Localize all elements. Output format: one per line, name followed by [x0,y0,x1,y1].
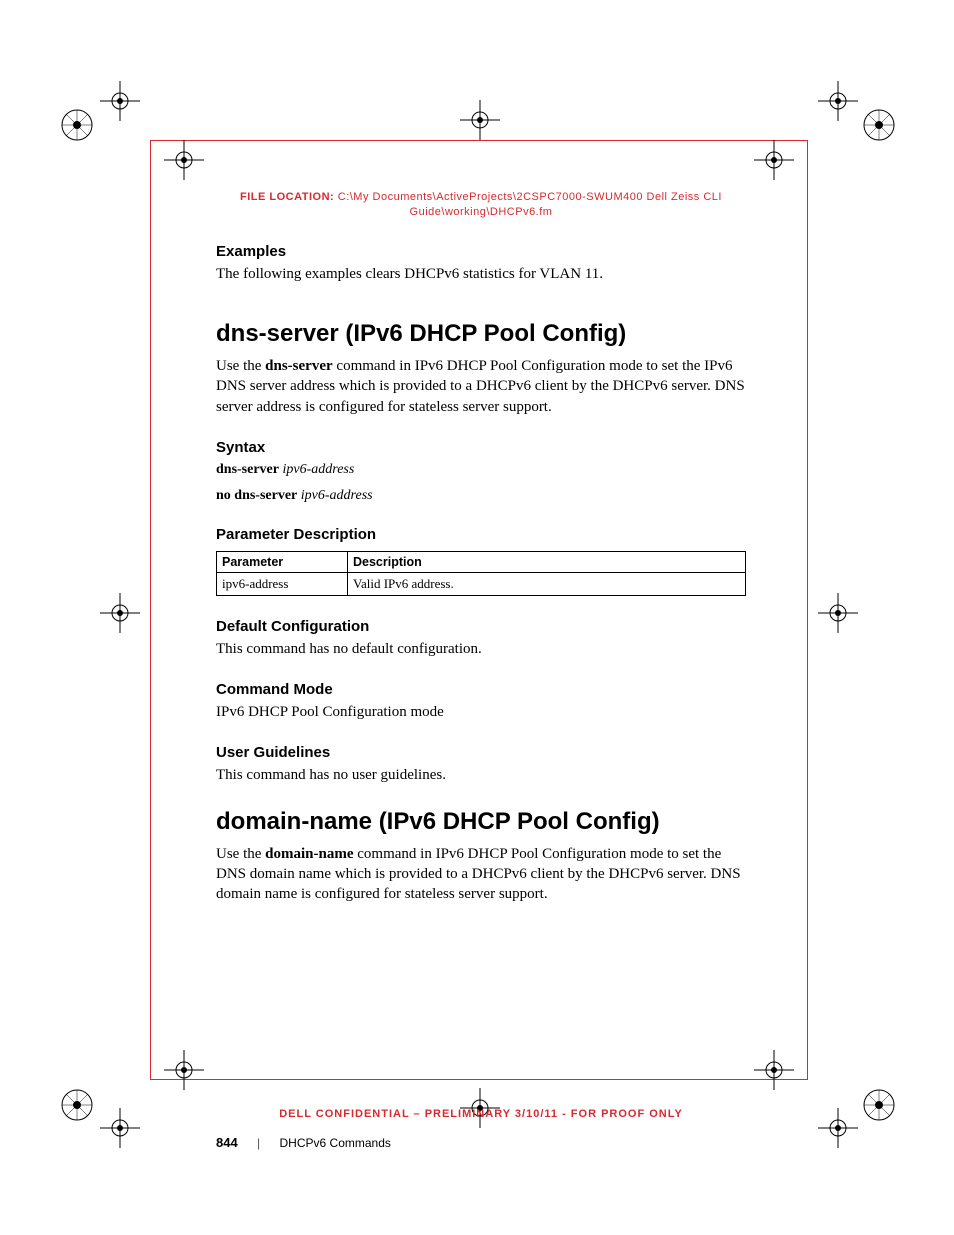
intro-bold: dns-server [265,358,333,374]
confidential-banner: DELL CONFIDENTIAL – PRELIMINARY 3/10/11 … [216,1108,746,1120]
crosshair-icon [460,100,500,140]
command-title-domain-name: domain-name (IPv6 DHCP Pool Config) [216,808,746,836]
page-footer: 844 | DHCPv6 Commands [216,1135,391,1150]
page-content: FILE LOCATION: C:\My Documents\ActivePro… [216,190,746,904]
file-location-path: C:\My Documents\ActiveProjects\2CSPC7000… [338,191,722,218]
crosshair-icon [100,593,140,633]
intro-bold-2: domain-name [265,846,353,862]
command-mode-heading: Command Mode [216,681,746,698]
examples-heading: Examples [216,243,746,260]
intro-pre-2: Use the [216,846,265,862]
footer-section: DHCPv6 Commands [280,1136,391,1150]
crosshair-icon [818,593,858,633]
crosshair-icon [818,81,858,121]
domain-name-intro: Use the domain-name command in IPv6 DHCP… [216,844,746,905]
dns-server-intro: Use the dns-server command in IPv6 DHCP … [216,356,746,417]
param-td-name: ipv6-address [217,572,348,595]
syntax1-arg: ipv6-address [283,462,355,477]
param-td-desc: Valid IPv6 address. [348,572,746,595]
parameter-table: Parameter Description ipv6-address Valid… [216,551,746,596]
param-th-description: Description [348,551,746,572]
crosshair-icon [100,1108,140,1148]
command-title-dns-server: dns-server (IPv6 DHCP Pool Config) [216,320,746,348]
syntax-line-1: dns-server ipv6-address [216,462,746,478]
rosette-icon [60,1088,94,1122]
crosshair-icon [754,1050,794,1090]
parameter-description-heading: Parameter Description [216,526,746,543]
syntax2-arg: ipv6-address [301,488,373,503]
intro-pre: Use the [216,358,265,374]
rosette-icon [862,1088,896,1122]
param-th-parameter: Parameter [217,551,348,572]
syntax1-cmd: dns-server [216,462,279,477]
crosshair-icon [164,1050,204,1090]
user-guidelines-text: This command has no user guidelines. [216,765,746,785]
rosette-icon [862,108,896,142]
page-number: 844 [216,1135,238,1150]
syntax-line-2: no dns-server ipv6-address [216,488,746,504]
default-config-heading: Default Configuration [216,618,746,635]
file-location-label: FILE LOCATION: [240,191,334,203]
user-guidelines-heading: User Guidelines [216,744,746,761]
crosshair-icon [818,1108,858,1148]
syntax2-cmd: no dns-server [216,488,297,503]
default-config-text: This command has no default configuratio… [216,639,746,659]
crosshair-icon [100,81,140,121]
footer-separator: | [257,1136,260,1150]
examples-text: The following examples clears DHCPv6 sta… [216,264,746,284]
syntax-heading: Syntax [216,439,746,456]
crosshair-icon [164,140,204,180]
command-mode-text: IPv6 DHCP Pool Configuration mode [216,702,746,722]
file-location: FILE LOCATION: C:\My Documents\ActivePro… [216,190,746,221]
crosshair-icon [754,140,794,180]
rosette-icon [60,108,94,142]
